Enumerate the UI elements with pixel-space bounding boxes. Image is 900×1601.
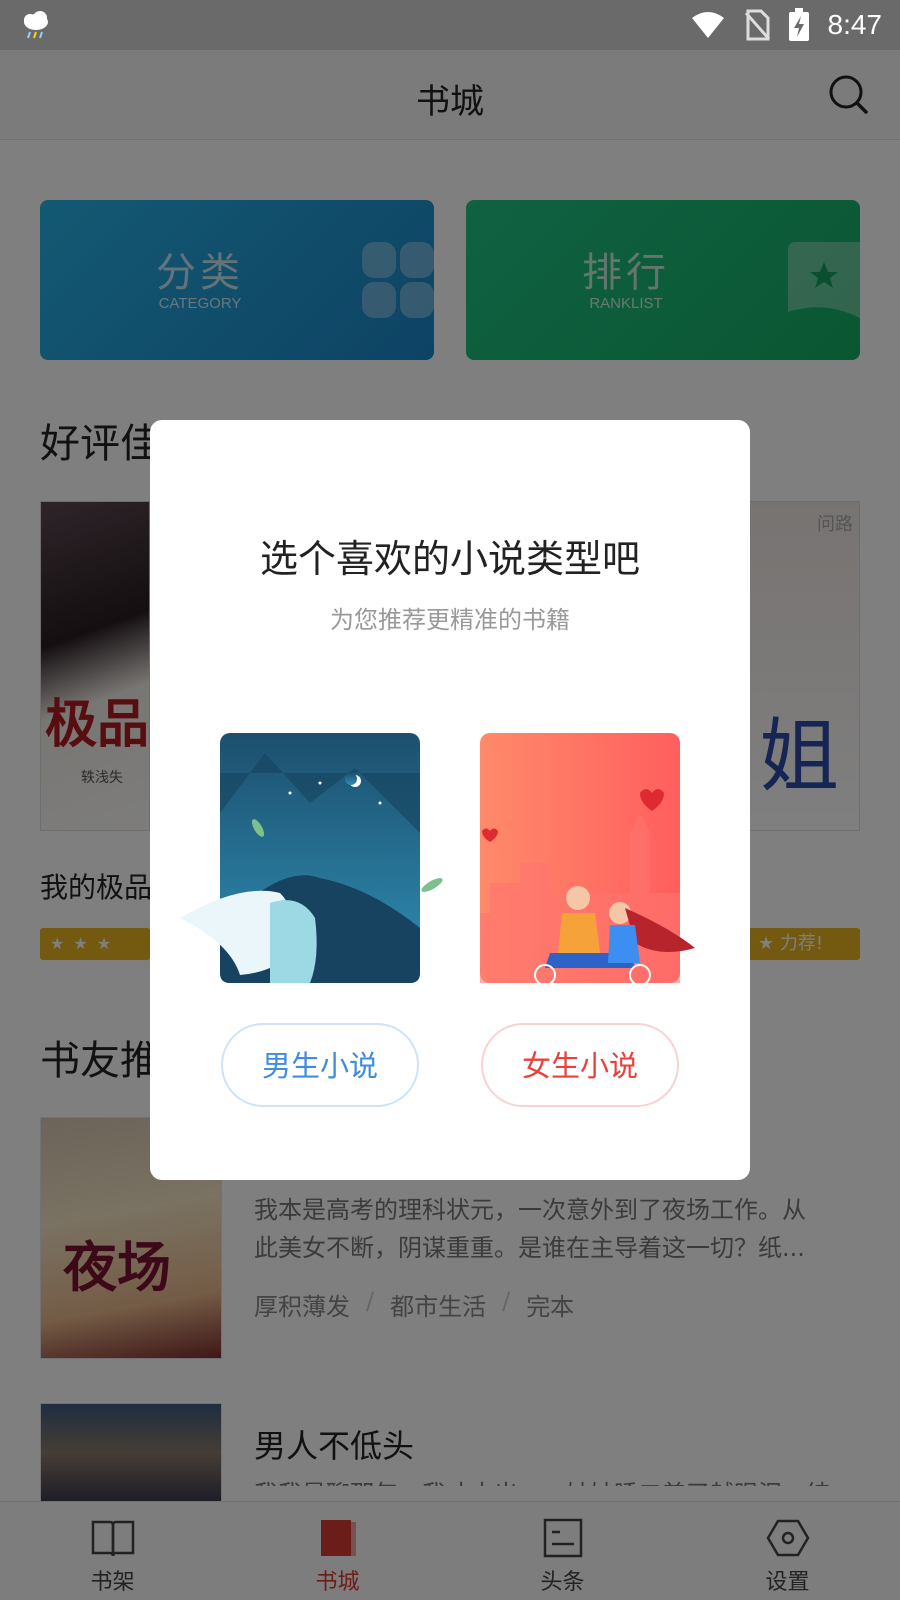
dialog-title: 选个喜欢的小说类型吧 bbox=[259, 537, 640, 581]
wifi-icon bbox=[691, 12, 724, 38]
genre-select-dialog: 选个喜欢的小说类型吧 为您推荐更精准的书籍 男生小说 女生小说 bbox=[150, 420, 750, 1180]
male-novel-button[interactable]: 男生小说 bbox=[221, 1023, 419, 1107]
no-sim-icon bbox=[744, 9, 770, 41]
male-illustration-art bbox=[180, 733, 443, 983]
rain-cloud-icon bbox=[24, 11, 48, 39]
female-novel-button[interactable]: 女生小说 bbox=[481, 1023, 679, 1107]
clock: 8:47 bbox=[827, 9, 883, 40]
female-novel-illustration[interactable] bbox=[480, 733, 695, 986]
female-illustration-art bbox=[480, 733, 695, 986]
dialog-subtitle: 为您推荐更精准的书籍 bbox=[330, 606, 570, 634]
status-bar: 8:47 bbox=[0, 0, 900, 50]
male-novel-illustration[interactable] bbox=[180, 733, 443, 983]
battery-charging-icon bbox=[788, 8, 809, 41]
